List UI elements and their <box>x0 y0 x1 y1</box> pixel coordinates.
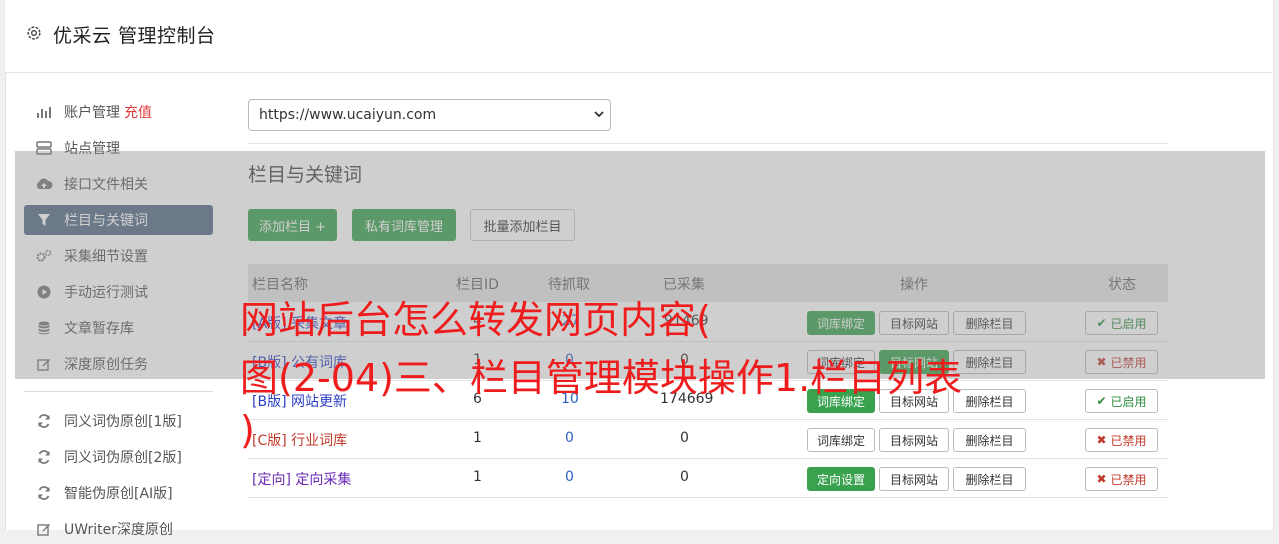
delete-column-button[interactable]: 删除栏目 <box>953 467 1026 491</box>
delete-column-button[interactable]: 删除栏目 <box>953 389 1026 413</box>
sidebar-item-uwriter[interactable]: UWriter深度原创 <box>24 514 213 544</box>
target-site-button[interactable]: 目标网站 <box>879 428 949 452</box>
directed-settings-button[interactable]: 定向设置 <box>807 467 875 491</box>
target-site-button[interactable]: 目标网站 <box>879 467 949 491</box>
chevron-down-icon <box>594 111 604 118</box>
table-row: [定向] 定向采集 1 0 0 定向设置 目标网站 删除栏目 ✖ 已禁用 <box>248 459 1168 498</box>
refresh-icon <box>34 414 54 428</box>
dict-bind-button[interactable]: 词库绑定 <box>807 428 875 452</box>
row-id: 1 <box>473 430 482 446</box>
sidebar-item-ai-rewrite[interactable]: 智能伪原创[AI版] <box>24 478 213 508</box>
row-pending[interactable]: 0 <box>565 430 574 446</box>
refresh-icon <box>34 450 54 464</box>
gear-icon <box>27 26 41 40</box>
status-label: 已启用 <box>1110 394 1147 409</box>
status-toggle[interactable]: ✖ 已禁用 <box>1085 467 1158 491</box>
sidebar-item-synonym-v2[interactable]: 同义词伪原创[2版] <box>24 442 213 472</box>
bar-chart-icon <box>34 105 54 119</box>
sidebar-item-label: 账户管理 <box>64 105 120 121</box>
edit-icon <box>34 522 54 536</box>
row-name-link[interactable]: 行业词库 <box>291 433 347 449</box>
row-collected: 0 <box>680 430 689 446</box>
row-name-link[interactable]: 定向采集 <box>295 472 351 488</box>
sidebar-divider <box>24 391 213 392</box>
status-toggle[interactable]: ✖ 已禁用 <box>1085 428 1158 452</box>
app-title: 优采云 管理控制台 <box>53 25 216 47</box>
row-pending[interactable]: 0 <box>565 469 574 485</box>
header-bar: 优采云 管理控制台 <box>5 0 1272 73</box>
overlay-headline-line2: 图(2-04)三、栏目管理模块操作1.栏目列表 <box>240 356 963 400</box>
status-label: 已禁用 <box>1110 472 1147 487</box>
close-icon: ✖ <box>1096 472 1107 486</box>
close-icon: ✖ <box>1096 433 1107 447</box>
row-tag: [C版] <box>252 433 287 449</box>
site-select[interactable]: https://www.ucaiyun.com <box>248 99 611 131</box>
sidebar-item-label: 智能伪原创[AI版] <box>64 486 173 502</box>
site-select-value: https://www.ucaiyun.com <box>259 107 437 123</box>
sidebar-item-label: 同义词伪原创[1版] <box>64 414 182 430</box>
status-toggle[interactable]: ✔ 已启用 <box>1085 389 1158 413</box>
row-collected: 0 <box>680 469 689 485</box>
delete-column-button[interactable]: 删除栏目 <box>953 428 1026 452</box>
table-row: [C版] 行业词库 1 0 0 词库绑定 目标网站 删除栏目 ✖ 已禁用 <box>248 420 1168 459</box>
sidebar-item-label: 同义词伪原创[2版] <box>64 450 182 466</box>
overlay-headline-line1: 网站后台怎么转发网页内容( <box>240 298 711 342</box>
row-id: 1 <box>473 469 482 485</box>
sidebar-item-label: UWriter深度原创 <box>64 522 173 538</box>
check-icon: ✔ <box>1096 394 1107 408</box>
sidebar-item-account[interactable]: 账户管理 充值 <box>24 97 213 127</box>
refresh-icon <box>34 486 54 500</box>
sidebar-item-synonym-v1[interactable]: 同义词伪原创[1版] <box>24 406 213 436</box>
recharge-link[interactable]: 充值 <box>124 102 152 122</box>
divider-line <box>248 143 1168 144</box>
status-label: 已禁用 <box>1110 433 1147 448</box>
overlay-headline-line3: ) <box>240 408 255 452</box>
row-tag: [定向] <box>252 472 291 488</box>
